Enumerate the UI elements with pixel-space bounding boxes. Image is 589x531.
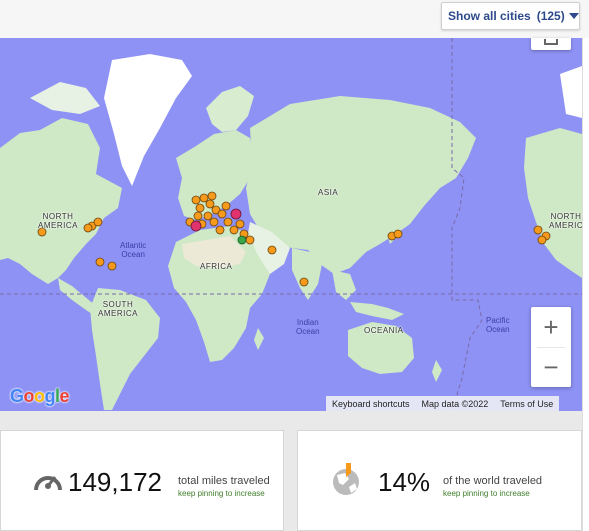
highlight-pin [190, 220, 202, 232]
world-sub: keep pinning to increase [443, 489, 530, 498]
miles-sub: keep pinning to increase [178, 489, 265, 498]
terms-of-use-link[interactable]: Terms of Use [494, 399, 559, 409]
home-pin [237, 235, 247, 245]
show-all-cities-dropdown[interactable]: Show all cities (125) [441, 2, 580, 30]
right-edge [582, 38, 589, 531]
label-atlantic-ocean: Atlantic Ocean [120, 241, 147, 259]
show-all-cities-label: Show all cities [448, 9, 531, 23]
fullscreen-icon [544, 39, 558, 45]
map-attribution: Keyboard shortcuts Map data ©2022 Terms … [326, 396, 560, 411]
label-pacific-ocean: Pacific Ocean [486, 316, 510, 334]
zoom-out-button[interactable]: − [531, 347, 571, 387]
keyboard-shortcuts-link[interactable]: Keyboard shortcuts [326, 399, 416, 409]
cities-count: (125) [536, 9, 565, 23]
zoom-divider [537, 347, 565, 348]
label-asia: ASIA [318, 188, 339, 197]
miles-traveled-card: 149,172 total miles traveled keep pinnin… [0, 430, 284, 531]
google-logo: Google [10, 386, 70, 406]
miles-value: 149,172 [68, 467, 162, 497]
world-value: 14% [378, 467, 431, 497]
world-map[interactable]: NORTH AMERICA NORTH AMERIC SOUTH AMERICA… [0, 38, 582, 411]
globe-pin-icon [333, 463, 359, 495]
label-south-america: SOUTH AMERICA [98, 300, 138, 318]
world-traveled-card: 14% of the world traveled keep pinning t… [297, 430, 582, 531]
label-oceania: OCEANIA [364, 326, 404, 335]
label-north-america-right: NORTH AMERIC [549, 212, 582, 230]
highlight-pin [230, 208, 242, 220]
chevron-down-icon [568, 13, 579, 19]
world-label: of the world traveled [443, 475, 543, 487]
map-data-text: Map data ©2022 [421, 398, 489, 409]
miles-label: total miles traveled [178, 475, 270, 487]
zoom-in-button[interactable]: + [531, 307, 571, 347]
map-canvas [0, 38, 582, 411]
fullscreen-button[interactable] [531, 38, 571, 50]
label-north-america: NORTH AMERICA [38, 212, 78, 230]
label-indian-ocean: Indian Ocean [296, 318, 320, 336]
zoom-control: + − [531, 307, 571, 387]
speedometer-icon [34, 476, 62, 491]
label-africa: AFRICA [200, 262, 233, 271]
